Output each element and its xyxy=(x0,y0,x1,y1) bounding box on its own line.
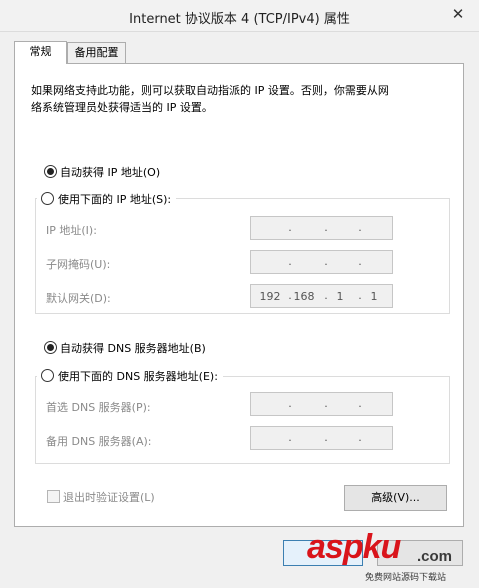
manual-dns-radio[interactable] xyxy=(41,369,54,382)
octet-separator: . xyxy=(358,221,362,234)
description-line-1: 如果网络支持此功能，则可以获取自动指派的 IP 设置。否则，你需要从网 xyxy=(31,84,389,97)
tab-general[interactable]: 常规 xyxy=(14,41,67,64)
auto-dns-label[interactable]: 自动获得 DNS 服务器地址(B) xyxy=(60,340,206,356)
gateway-octet-1: 192 xyxy=(259,290,281,303)
octet-separator: . xyxy=(358,255,362,268)
window-title: Internet 协议版本 4 (TCP/IPv4) 属性 xyxy=(129,12,350,27)
octet-separator: . xyxy=(324,221,328,234)
tab-alternate-config[interactable]: 备用配置 xyxy=(67,42,126,63)
octet-separator: . xyxy=(324,255,328,268)
auto-ip-radio[interactable] xyxy=(44,165,57,178)
octet-separator: . xyxy=(288,255,292,268)
manual-dns-legend: 使用下面的 DNS 服务器地址(E): xyxy=(37,368,223,384)
ip-address-input[interactable]: . . . xyxy=(250,216,393,240)
gateway-octet-2: 168 xyxy=(293,290,315,303)
octet-separator: . xyxy=(358,431,362,444)
manual-dns-label[interactable]: 使用下面的 DNS 服务器地址(E): xyxy=(58,370,218,383)
preferred-dns-label: 首选 DNS 服务器(P): xyxy=(46,401,151,414)
manual-ip-legend: 使用下面的 IP 地址(S): xyxy=(37,191,177,207)
default-gateway-input[interactable]: 192. 168. 1. 1 xyxy=(250,284,393,308)
validate-on-exit-label[interactable]: 退出时验证设置(L) xyxy=(63,489,155,505)
manual-dns-groupbox xyxy=(35,376,450,464)
auto-dns-radio[interactable] xyxy=(44,341,57,354)
gateway-octet-3: 1 xyxy=(336,290,344,303)
auto-ip-label[interactable]: 自动获得 IP 地址(O) xyxy=(60,164,160,180)
subnet-mask-label: 子网掩码(U): xyxy=(46,258,111,271)
preferred-dns-input[interactable]: . . . xyxy=(250,392,393,416)
watermark-domain: .com xyxy=(417,548,453,565)
octet-separator: . xyxy=(358,397,362,410)
octet-separator: . xyxy=(288,431,292,444)
octet-separator: . xyxy=(324,431,328,444)
watermark-logo: aspku xyxy=(307,528,401,566)
manual-ip-label[interactable]: 使用下面的 IP 地址(S): xyxy=(58,193,171,206)
octet-separator: . xyxy=(324,397,328,410)
default-gateway-label: 默认网关(D): xyxy=(46,292,111,305)
alternate-dns-input[interactable]: . . . xyxy=(250,426,393,450)
manual-ip-radio[interactable] xyxy=(41,192,54,205)
aspku-watermark: aspku .com 免费网站源码下载站 xyxy=(305,528,475,588)
close-icon[interactable]: ✕ xyxy=(447,4,469,24)
advanced-button[interactable]: 高级(V)... xyxy=(344,485,447,511)
alternate-dns-label: 备用 DNS 服务器(A): xyxy=(46,435,152,448)
ip-address-label: IP 地址(I): xyxy=(46,224,97,237)
octet-separator: . xyxy=(288,397,292,410)
gateway-octet-4: 1 xyxy=(370,290,378,303)
octet-separator: . xyxy=(288,221,292,234)
watermark-subtitle: 免费网站源码下载站 xyxy=(365,573,447,583)
subnet-mask-input[interactable]: . . . xyxy=(250,250,393,274)
title-bar: Internet 协议版本 4 (TCP/IPv4) 属性 ✕ xyxy=(0,0,479,32)
general-tab-panel: 如果网络支持此功能，则可以获取自动指派的 IP 设置。否则，你需要从网 络系统管… xyxy=(14,63,464,527)
description-line-2: 络系统管理员处获得适当的 IP 设置。 xyxy=(31,101,213,114)
validate-on-exit-checkbox[interactable] xyxy=(47,490,60,503)
